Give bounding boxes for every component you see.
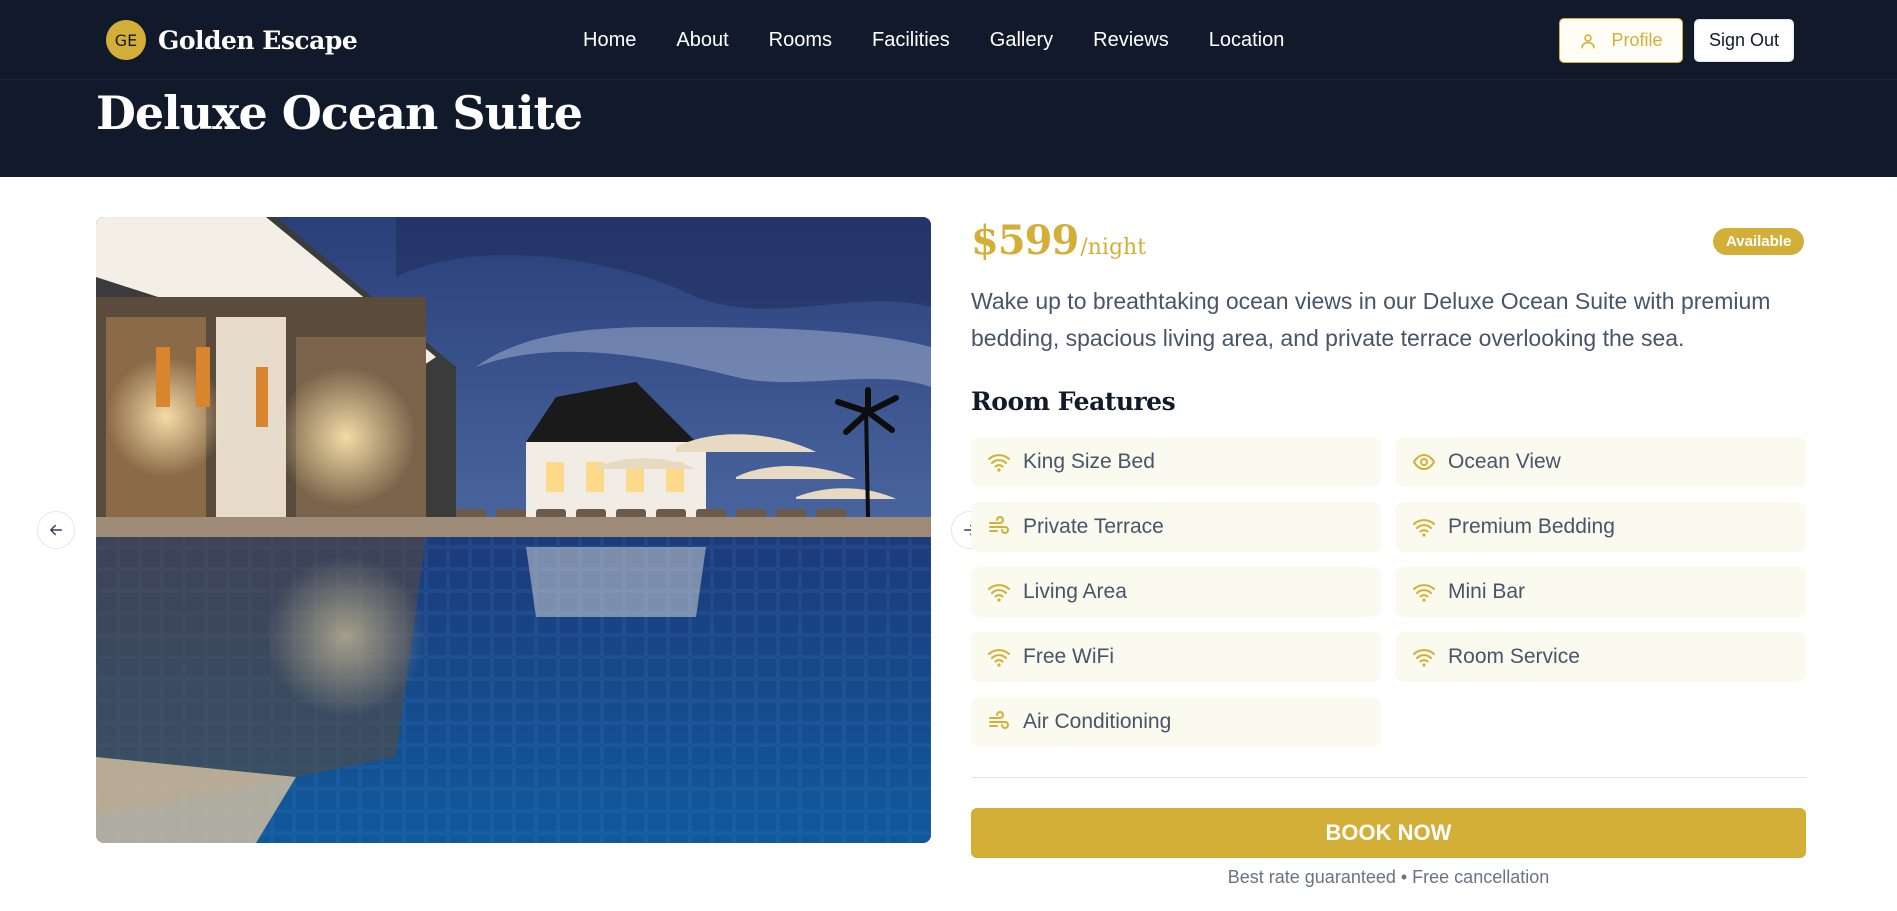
profile-label: Profile xyxy=(1611,30,1663,50)
nav-link-gallery[interactable]: Gallery xyxy=(990,24,1053,56)
feature-label: King Size Bed xyxy=(1023,450,1155,473)
feature-item: Premium Bedding xyxy=(1396,502,1806,552)
nav-link-reviews[interactable]: Reviews xyxy=(1093,24,1169,56)
price-unit: /night xyxy=(1080,235,1147,260)
feature-item: King Size Bed xyxy=(971,437,1381,487)
wifi-icon xyxy=(988,454,1010,472)
feature-item: Mini Bar xyxy=(1396,567,1806,617)
feature-item: Free WiFi xyxy=(971,632,1381,682)
resort-pool-image xyxy=(96,217,931,843)
wifi-icon xyxy=(1413,584,1435,602)
nav-link-facilities[interactable]: Facilities xyxy=(872,24,950,56)
price-amount: $599 xyxy=(971,217,1079,264)
features-title: Room Features xyxy=(971,387,1176,416)
page-title: Deluxe Ocean Suite xyxy=(96,86,583,140)
user-icon xyxy=(1581,33,1596,48)
brand-logo[interactable]: GE Golden Escape xyxy=(106,20,358,60)
features-grid: King Size Bed Ocean View Private Terrace… xyxy=(971,437,1806,747)
status-badge: Available xyxy=(1713,228,1805,255)
feature-item: Living Area xyxy=(971,567,1381,617)
room-photo xyxy=(96,217,931,843)
feature-label: Free WiFi xyxy=(1023,645,1114,668)
nav-link-home[interactable]: Home xyxy=(583,24,636,56)
feature-label: Ocean View xyxy=(1448,450,1561,473)
feature-label: Mini Bar xyxy=(1448,580,1526,603)
feature-label: Room Service xyxy=(1448,645,1580,668)
eye-icon xyxy=(1412,453,1436,471)
profile-button[interactable]: Profile xyxy=(1559,18,1683,63)
feature-label: Premium Bedding xyxy=(1448,515,1615,538)
wind-icon xyxy=(989,516,1009,534)
previous-image-button[interactable] xyxy=(37,511,75,549)
feature-label: Living Area xyxy=(1023,580,1127,603)
wifi-icon xyxy=(1413,519,1435,537)
nav-link-rooms[interactable]: Rooms xyxy=(769,24,832,56)
wifi-icon xyxy=(1413,649,1435,667)
nav-links: Home About Rooms Facilities Gallery Revi… xyxy=(583,24,1284,56)
nav-link-location[interactable]: Location xyxy=(1209,24,1285,56)
divider xyxy=(971,777,1806,778)
wifi-icon xyxy=(988,649,1010,667)
feature-label: Private Terrace xyxy=(1023,515,1164,538)
brand-badge: GE xyxy=(106,20,146,60)
book-now-button[interactable]: BOOK NOW xyxy=(971,808,1806,858)
title-band: Deluxe Ocean Suite xyxy=(0,80,1897,177)
nav-link-about[interactable]: About xyxy=(676,24,728,56)
top-nav: GE Golden Escape Home About Rooms Facili… xyxy=(0,0,1897,80)
feature-item: Private Terrace xyxy=(971,502,1381,552)
feature-item: Room Service xyxy=(1396,632,1806,682)
feature-item: Ocean View xyxy=(1396,437,1806,487)
feature-label: Air Conditioning xyxy=(1023,710,1172,733)
arrow-left-icon xyxy=(50,524,62,536)
brand-name: Golden Escape xyxy=(158,25,358,55)
feature-item: Air Conditioning xyxy=(971,697,1381,747)
sign-out-button[interactable]: Sign Out xyxy=(1694,19,1794,62)
room-description: Wake up to breathtaking ocean views in o… xyxy=(971,288,1771,351)
wind-icon xyxy=(989,711,1009,729)
price: $599 /night xyxy=(971,217,1146,264)
wifi-icon xyxy=(988,584,1010,602)
booking-note: Best rate guaranteed • Free cancellation xyxy=(1227,867,1550,887)
